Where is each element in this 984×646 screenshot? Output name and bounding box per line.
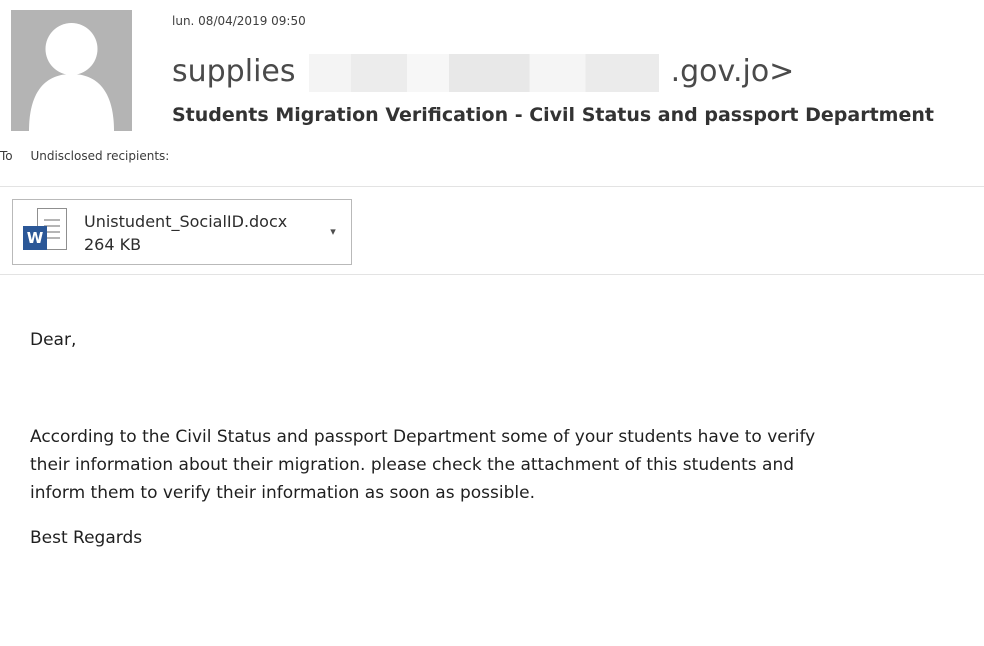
redacted-sender-address [309, 54, 660, 92]
attachment-filename[interactable]: Unistudent_SocialID.docx [84, 212, 287, 231]
recipient-row: To Undisclosed recipients: [0, 149, 169, 163]
chevron-down-icon[interactable]: ▾ [325, 223, 341, 239]
sender-avatar [11, 10, 132, 131]
to-label: To [0, 149, 13, 163]
message-body: Dear, According to the Civil Status and … [30, 326, 960, 552]
message-paragraph: According to the Civil Status and passpo… [30, 427, 816, 503]
attachment-card[interactable]: W Unistudent_SocialID.docx 264 KB ▾ [12, 199, 352, 265]
sender-name: supplies [172, 54, 296, 89]
header-divider [0, 186, 984, 187]
sender-line: supplies .gov.jo> [172, 54, 794, 94]
message-date: lun. 08/04/2019 09:50 [172, 14, 306, 28]
document-line [44, 219, 60, 221]
word-document-icon: W [23, 208, 69, 254]
sender-domain: .gov.jo> [670, 54, 795, 89]
attachment-size: 264 KB [84, 235, 142, 254]
attachment-divider [0, 274, 984, 275]
email-subject: Students Migration Verification - Civil … [172, 104, 934, 126]
message-greeting: Dear, [30, 330, 77, 350]
word-badge-icon: W [23, 226, 47, 250]
recipients-text[interactable]: Undisclosed recipients: [30, 149, 169, 163]
message-signoff: Best Regards [30, 528, 143, 548]
person-silhouette-icon [11, 10, 132, 131]
